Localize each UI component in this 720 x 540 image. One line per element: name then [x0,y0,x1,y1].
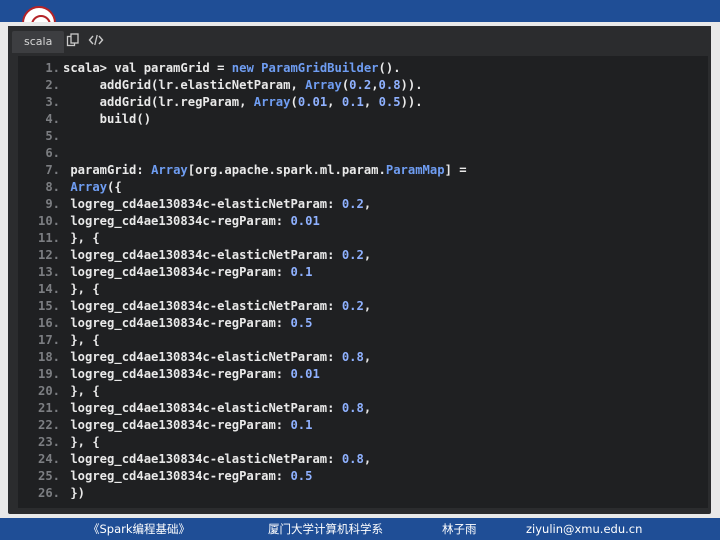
code-text: logreg_cd4ae130834c-elasticNetParam: 0.8… [63,452,372,466]
line-number: 19. [37,367,60,381]
line-number: 13. [37,265,60,279]
top-header-bar [0,0,720,22]
code-listing[interactable]: 1. scala> val paramGrid = new ParamGridBu… [18,56,708,508]
line-number: 18. [37,350,60,364]
line-number: 22. [37,418,60,432]
line-number: 23. [37,435,60,449]
line-number: 2. [45,78,60,92]
code-text: logreg_cd4ae130834c-elasticNetParam: 0.2… [63,197,372,211]
code-text: addGrid(lr.elasticNetParam, Array(0.2,0.… [63,78,423,92]
line-number: 8. [45,180,60,194]
line-number: 15. [37,299,60,313]
line-number: 14. [37,282,60,296]
footer-author: 林子雨 [442,522,477,536]
footer-bar: 《Spark编程基础》 厦门大学计算机科学系 林子雨 ziyulin@xmu.e… [0,518,720,540]
code-text: addGrid(lr.regParam, Array(0.01, 0.1, 0.… [63,95,423,109]
code-text: logreg_cd4ae130834c-regParam: 0.5 [63,316,313,330]
code-text: logreg_cd4ae130834c-elasticNetParam: 0.2… [63,299,372,313]
line-number: 5. [45,129,60,143]
code-text: }) [63,486,86,500]
code-editor-panel: scala 1. scala> val paramGrid = new Param… [8,26,711,514]
language-tab-scala[interactable]: scala [12,31,65,53]
code-text: logreg_cd4ae130834c-elasticNetParam: 0.8… [63,350,372,364]
line-number: 17. [37,333,60,347]
line-number: 4. [45,112,60,126]
code-text: logreg_cd4ae130834c-elasticNetParam: 0.8… [63,401,372,415]
code-text: scala> val paramGrid = new ParamGridBuil… [63,61,401,75]
line-number: 16. [37,316,60,330]
footer-department: 厦门大学计算机科学系 [268,522,383,536]
code-text: build() [63,112,152,126]
code-text: }, { [63,435,100,449]
code-text: logreg_cd4ae130834c-regParam: 0.01 [63,214,320,228]
line-number: 3. [45,95,60,109]
code-text: }, { [63,333,100,347]
copy-icon[interactable] [66,33,80,50]
code-text: logreg_cd4ae130834c-regParam: 0.1 [63,418,313,432]
line-number: 20. [37,384,60,398]
footer-email: ziyulin@xmu.edu.cn [526,522,643,536]
code-text: }, { [63,231,100,245]
code-text: }, { [63,282,100,296]
line-number: 24. [37,452,60,466]
code-text: Array({ [70,180,122,194]
line-number: 1. [45,61,60,75]
footer-course: 《Spark编程基础》 [88,522,191,536]
code-text: logreg_cd4ae130834c-regParam: 0.5 [63,469,313,483]
line-number: 10. [37,214,60,228]
line-number: 21. [37,401,60,415]
code-text: logreg_cd4ae130834c-regParam: 0.01 [63,367,320,381]
code-icon[interactable] [88,33,104,50]
code-text: paramGrid: Array[org.apache.spark.ml.par… [63,163,467,177]
code-text: logreg_cd4ae130834c-regParam: 0.1 [63,265,313,279]
line-number: 12. [37,248,60,262]
line-number: 7. [45,163,60,177]
editor-toolbar: scala [8,26,711,53]
line-number: 11. [37,231,60,245]
code-text: logreg_cd4ae130834c-elasticNetParam: 0.2… [63,248,372,262]
line-number: 9. [45,197,60,211]
code-text: }, { [63,384,100,398]
line-number: 26. [37,486,60,500]
line-number: 6. [45,146,60,160]
line-number: 25. [37,469,60,483]
